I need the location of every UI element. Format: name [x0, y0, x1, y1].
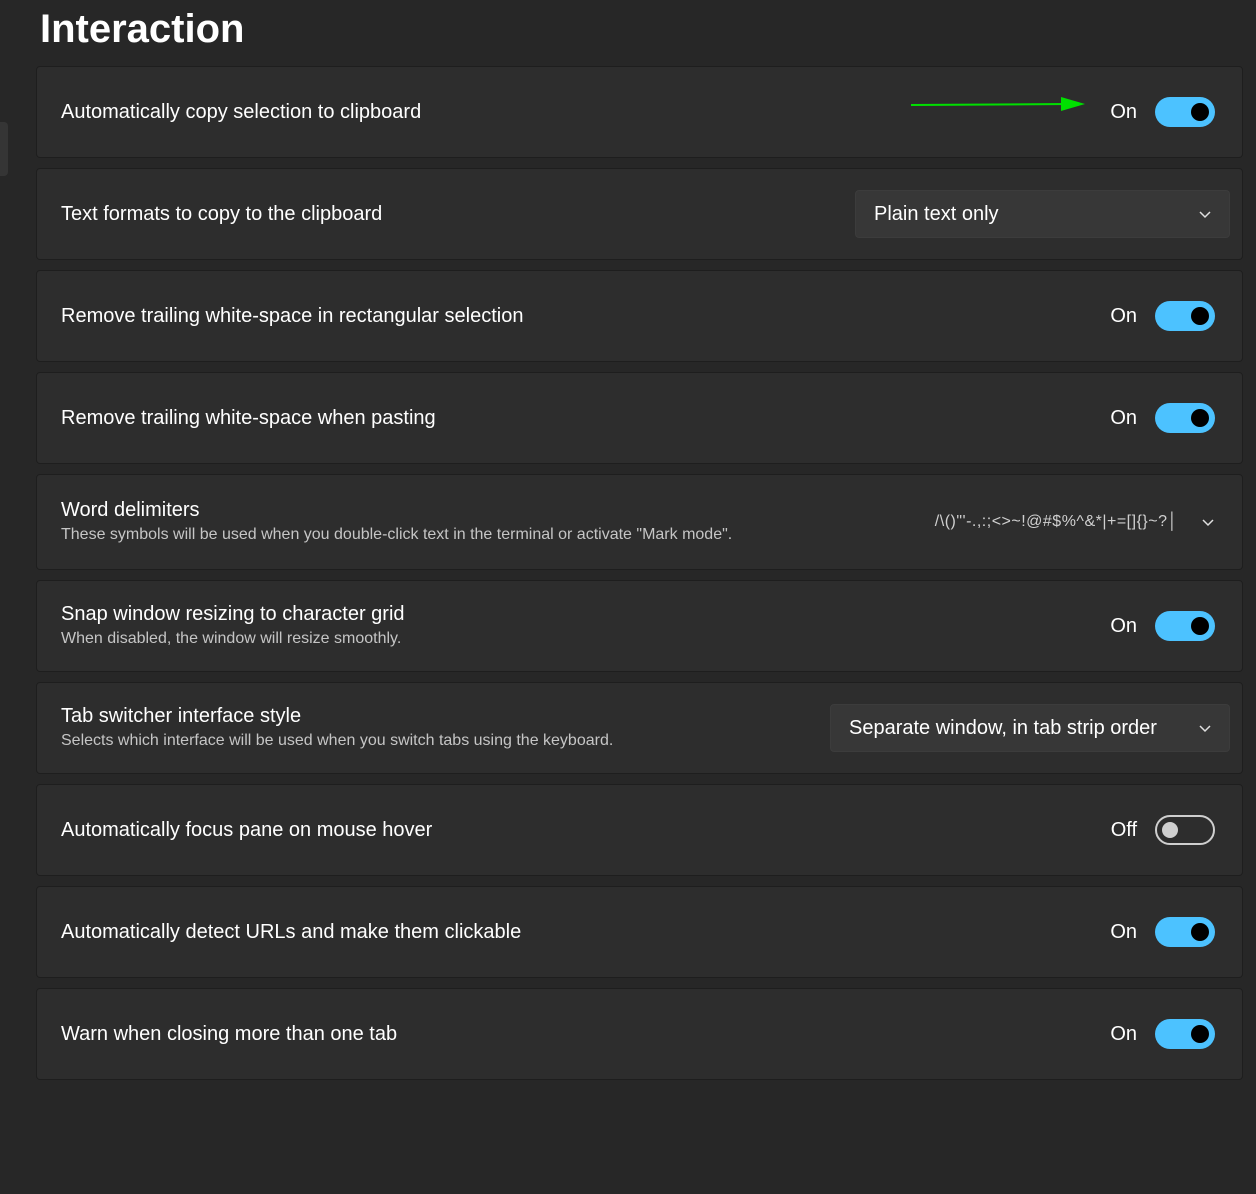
- toggle-state-text: On: [1110, 1022, 1137, 1045]
- setting-copy-formats: Text formats to copy to the clipboard Pl…: [36, 168, 1243, 260]
- toggle-state-text: On: [1110, 614, 1137, 637]
- trim-paste-toggle[interactable]: [1155, 403, 1215, 433]
- chevron-down-icon: [1199, 725, 1211, 733]
- toggle-state-text: On: [1110, 920, 1137, 943]
- setting-label: Automatically focus pane on mouse hover: [61, 819, 433, 841]
- setting-text: Warn when closing more than one tab: [61, 1022, 397, 1046]
- toggle-control: On: [1110, 917, 1228, 947]
- setting-label: Snap window resizing to character grid: [61, 603, 405, 625]
- toggle-knob: [1162, 822, 1178, 838]
- toggle-knob: [1191, 617, 1209, 635]
- setting-trim-paste: Remove trailing white-space when pasting…: [36, 372, 1243, 464]
- toggle-state-text: Off: [1110, 818, 1137, 841]
- arrow-right-icon: [910, 97, 1085, 111]
- setting-label: Word delimiters: [61, 499, 200, 521]
- toggle-knob: [1191, 409, 1209, 427]
- setting-text: Automatically copy selection to clipboar…: [61, 100, 421, 124]
- setting-description: These symbols will be used when you doub…: [61, 526, 733, 543]
- setting-copy-selection: Automatically copy selection to clipboar…: [36, 66, 1243, 158]
- setting-description: Selects which interface will be used whe…: [61, 732, 614, 749]
- tab-switcher-style-dropdown[interactable]: Separate window, in tab strip order: [830, 704, 1230, 752]
- setting-text: Text formats to copy to the clipboard: [61, 202, 382, 226]
- toggle-knob: [1191, 103, 1209, 121]
- toggle-control: On: [1110, 403, 1228, 433]
- setting-text: Remove trailing white-space in rectangul…: [61, 304, 523, 328]
- toggle-knob: [1191, 307, 1209, 325]
- snap-resize-toggle[interactable]: [1155, 611, 1215, 641]
- setting-text: Word delimiters These symbols will be us…: [61, 498, 732, 546]
- setting-label: Remove trailing white-space when pasting: [61, 407, 436, 429]
- setting-label: Automatically copy selection to clipboar…: [61, 101, 422, 123]
- setting-label: Text formats to copy to the clipboard: [61, 203, 383, 225]
- setting-label: Remove trailing white-space in rectangul…: [61, 305, 524, 327]
- setting-snap-resize: Snap window resizing to character grid W…: [36, 580, 1243, 672]
- setting-trim-block-selection: Remove trailing white-space in rectangul…: [36, 270, 1243, 362]
- focus-follow-mouse-toggle[interactable]: [1155, 815, 1215, 845]
- copy-selection-toggle[interactable]: [1155, 97, 1215, 127]
- detect-urls-toggle[interactable]: [1155, 917, 1215, 947]
- toggle-control: On: [1110, 97, 1228, 127]
- confirm-close-tabs-toggle[interactable]: [1155, 1019, 1215, 1049]
- toggle-control: On: [1110, 611, 1228, 641]
- dropdown-value: Plain text only: [874, 202, 999, 225]
- word-delimiters-expander[interactable]: /\()"'-.,:;<>~!@#$%^&*|+=[]{}~?│: [935, 513, 1214, 531]
- setting-focus-follow-mouse: Automatically focus pane on mouse hover …: [36, 784, 1243, 876]
- toggle-knob: [1191, 923, 1209, 941]
- toggle-control: On: [1110, 1019, 1228, 1049]
- toggle-state-text: On: [1110, 100, 1137, 123]
- setting-label: Automatically detect URLs and make them …: [61, 921, 522, 943]
- toggle-control: On: [1110, 301, 1228, 331]
- setting-detect-urls: Automatically detect URLs and make them …: [36, 886, 1243, 978]
- toggle-state-text: On: [1110, 304, 1137, 327]
- setting-tab-switcher-style: Tab switcher interface style Selects whi…: [36, 682, 1243, 774]
- page-title: Interaction: [40, 7, 245, 51]
- chevron-down-icon: [1199, 211, 1211, 219]
- setting-word-delimiters[interactable]: Word delimiters These symbols will be us…: [36, 474, 1243, 570]
- dropdown-value: Separate window, in tab strip order: [849, 716, 1157, 739]
- toggle-control: Off: [1111, 815, 1228, 845]
- setting-text: Automatically focus pane on mouse hover: [61, 818, 432, 842]
- chevron-down-icon: [1202, 519, 1214, 527]
- setting-label: Tab switcher interface style: [61, 705, 302, 727]
- setting-text: Snap window resizing to character grid W…: [61, 602, 405, 650]
- trim-block-selection-toggle[interactable]: [1155, 301, 1215, 331]
- toggle-knob: [1191, 1025, 1209, 1043]
- setting-text: Tab switcher interface style Selects whi…: [61, 704, 613, 752]
- setting-text: Remove trailing white-space when pasting: [61, 406, 436, 430]
- toggle-state-text: On: [1110, 406, 1137, 429]
- setting-text: Automatically detect URLs and make them …: [61, 920, 521, 944]
- copy-formats-dropdown[interactable]: Plain text only: [855, 190, 1230, 238]
- setting-confirm-close-tabs: Warn when closing more than one tab On: [36, 988, 1243, 1080]
- sidebar-edge-handle: [0, 122, 8, 176]
- setting-description: When disabled, the window will resize sm…: [61, 630, 402, 647]
- setting-label: Warn when closing more than one tab: [61, 1023, 398, 1045]
- settings-list: Automatically copy selection to clipboar…: [36, 66, 1243, 1090]
- word-delimiters-value: /\()"'-.,:;<>~!@#$%^&*|+=[]{}~?│: [934, 513, 1178, 530]
